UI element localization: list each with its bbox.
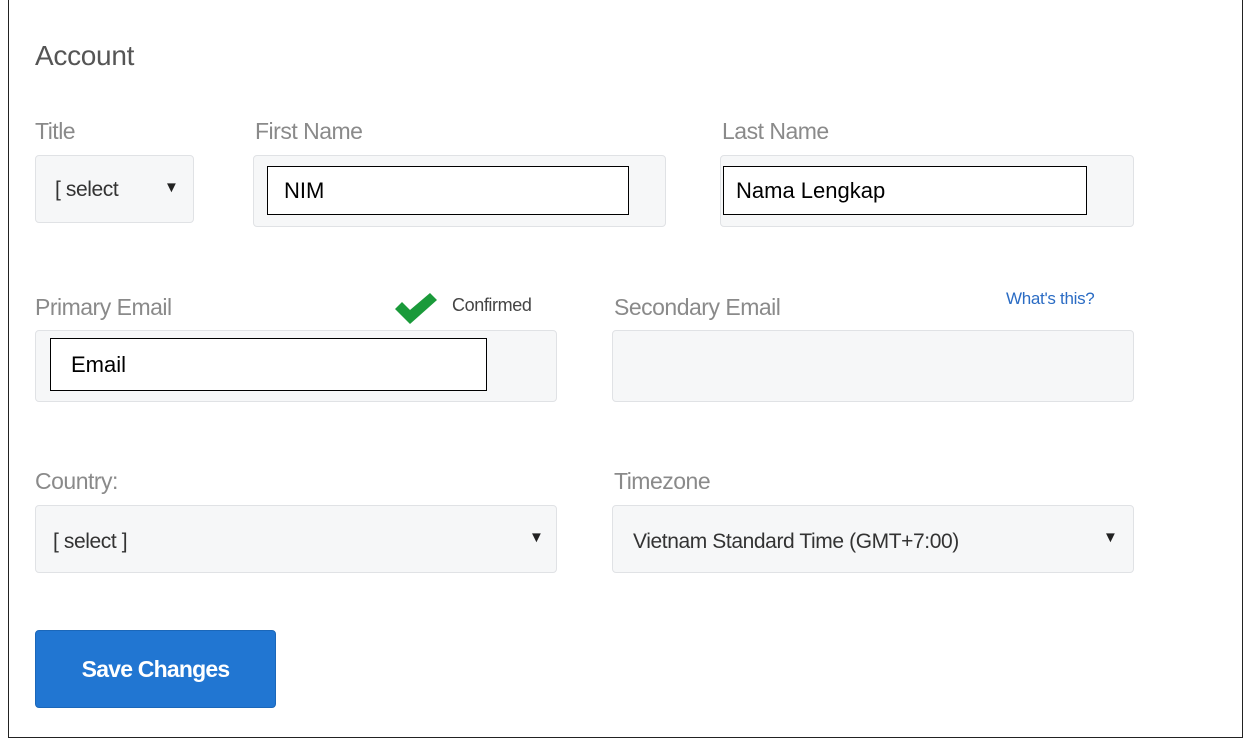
title-select[interactable]: [ select ▼ — [35, 155, 194, 223]
primary-email-label: Primary Email — [35, 294, 172, 320]
country-select-value: [ select ] — [53, 530, 128, 553]
first-name-input[interactable]: NIM — [267, 166, 629, 215]
confirmed-status: Confirmed — [452, 295, 532, 315]
title-label: Title — [35, 118, 76, 144]
whats-this-link[interactable]: What's this? — [1006, 289, 1095, 309]
country-label: Country: — [35, 468, 118, 494]
timezone-select[interactable]: Vietnam Standard Time (GMT+7:00) ▼ — [612, 505, 1134, 573]
title-select-value: [ select — [55, 178, 119, 201]
country-select[interactable]: [ select ] ▼ — [35, 505, 557, 573]
page-title: Account — [35, 40, 135, 71]
timezone-label: Timezone — [614, 468, 711, 494]
checkmark-icon — [393, 292, 439, 326]
last-name-input[interactable]: Nama Lengkap — [723, 166, 1087, 215]
chevron-down-icon: ▼ — [1103, 529, 1118, 546]
first-name-label: First Name — [255, 118, 363, 144]
chevron-down-icon: ▼ — [529, 529, 544, 546]
primary-email-input[interactable]: Email — [50, 338, 487, 391]
secondary-email-input[interactable] — [612, 330, 1134, 402]
last-name-label: Last Name — [722, 118, 829, 144]
chevron-down-icon: ▼ — [164, 179, 179, 196]
save-changes-button[interactable]: Save Changes — [35, 630, 276, 708]
secondary-email-label: Secondary Email — [614, 294, 781, 320]
timezone-select-value: Vietnam Standard Time (GMT+7:00) — [633, 530, 959, 553]
